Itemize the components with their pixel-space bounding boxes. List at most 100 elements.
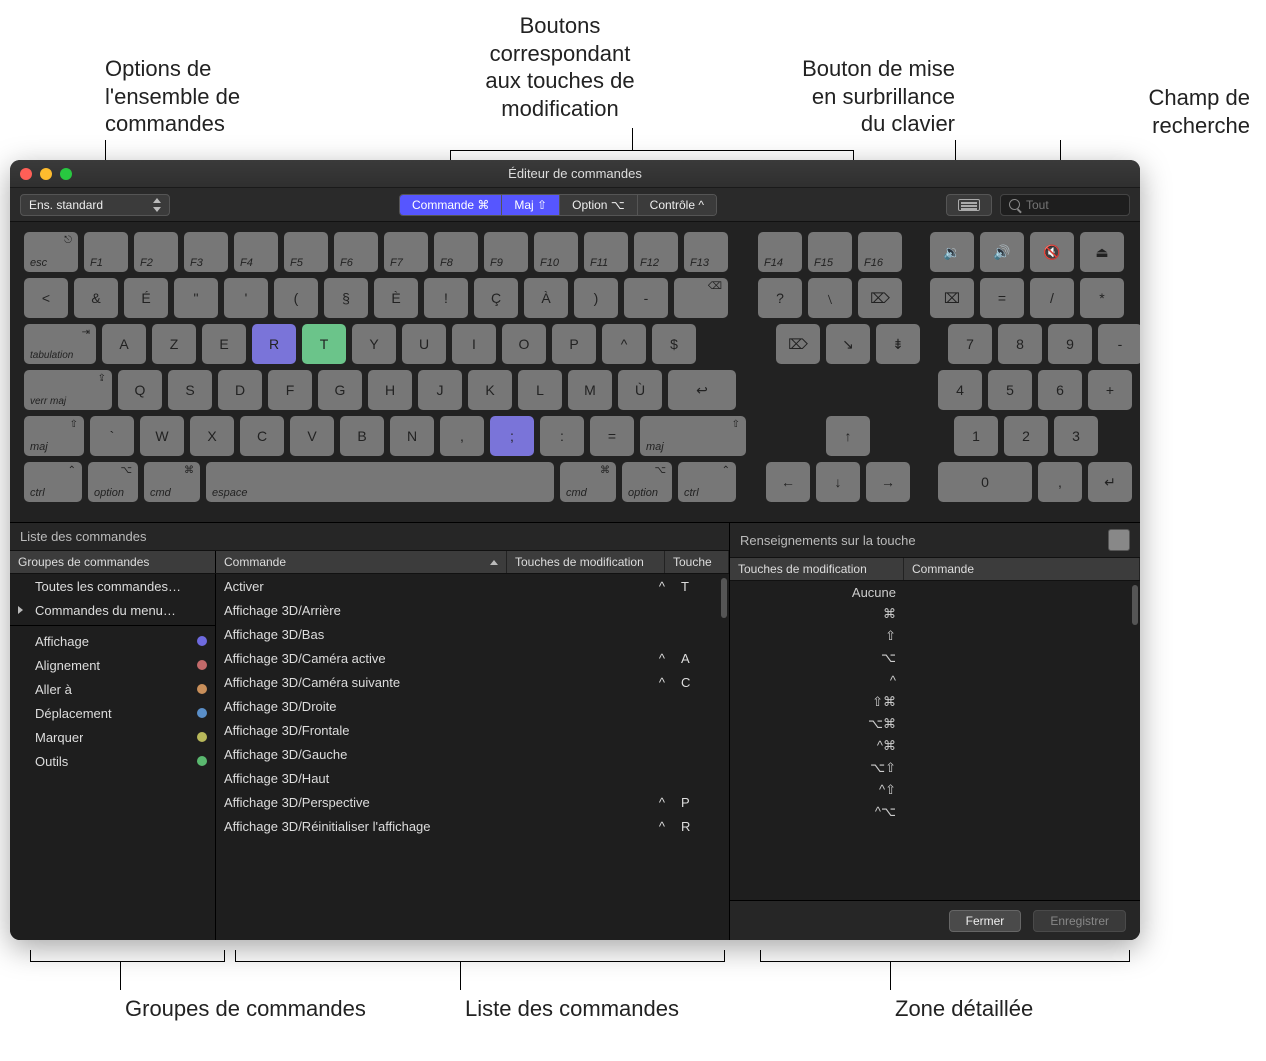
group-row[interactable]: Commandes du menu… [10,598,215,622]
key-f5[interactable]: F5 [284,232,328,272]
key-star[interactable]: * [1080,278,1124,318]
key-s[interactable]: S [168,370,212,410]
key-arrow-up[interactable]: ↑ [826,416,870,456]
key-f9[interactable]: F9 [484,232,528,272]
key-eq[interactable]: = [590,416,634,456]
command-set-popup[interactable]: Ens. standard [20,194,170,216]
key-end[interactable]: ↘ [826,324,870,364]
key-comma[interactable]: , [440,416,484,456]
command-row[interactable]: Affichage 3D/Réinitialiser l'affichage^R [216,814,729,838]
key-w[interactable]: W [140,416,184,456]
key-f4[interactable]: F4 [234,232,278,272]
key-f16[interactable]: F16 [858,232,902,272]
save-button[interactable]: Enregistrer [1033,910,1126,932]
key[interactable]: ' [224,278,268,318]
command-row[interactable]: Affichage 3D/Caméra suivante^C [216,670,729,694]
key-r[interactable]: R [252,324,296,364]
group-row[interactable]: Alignement [10,653,215,677]
key-num2[interactable]: 2 [1004,416,1048,456]
key-u[interactable]: U [402,324,446,364]
key[interactable]: & [74,278,118,318]
command-row[interactable]: Affichage 3D/Gauche [216,742,729,766]
key-numlock[interactable]: ⌧ [930,278,974,318]
key-f14[interactable]: F14 [758,232,802,272]
key-numcomma[interactable]: , [1038,462,1082,502]
key-num9[interactable]: 9 [1048,324,1092,364]
modifier-command-button[interactable]: Commande ⌘ [400,195,502,215]
header-groups[interactable]: Groupes de commandes [10,551,216,573]
key-color-well[interactable] [1108,529,1130,551]
key-arrow-right[interactable]: → [866,462,910,502]
key[interactable]: Ç [474,278,518,318]
key-info-row[interactable]: ⌘ [730,603,1140,625]
command-row[interactable]: Affichage 3D/Arrière [216,598,729,622]
header-modifiers[interactable]: Touches de modification [507,551,665,573]
group-row[interactable]: Aller à [10,677,215,701]
command-row[interactable]: Activer^T [216,574,729,598]
key-right-cmd[interactable]: ⌘cmd [560,462,616,502]
key-n[interactable]: N [390,416,434,456]
key-num1[interactable]: 1 [954,416,998,456]
command-row[interactable]: Affichage 3D/Haut [216,766,729,790]
key-g[interactable]: G [318,370,362,410]
key-semicolon[interactable]: ; [490,416,534,456]
key-left-ctrl[interactable]: ⌃ctrl [24,462,82,502]
group-row[interactable]: Affichage [10,629,215,653]
key[interactable]: ) [574,278,618,318]
group-row[interactable]: Déplacement [10,701,215,725]
close-button[interactable]: Fermer [949,910,1022,932]
key-num5[interactable]: 5 [988,370,1032,410]
key-info-row[interactable]: ^⇧ [730,779,1140,801]
key-num8[interactable]: 8 [998,324,1042,364]
key[interactable]: $ [652,324,696,364]
key-f10[interactable]: F10 [534,232,578,272]
key[interactable]: < [24,278,68,318]
search-field[interactable] [1000,194,1130,216]
key[interactable]: ﹨ [808,278,852,318]
key-info-row[interactable]: ⇧ [730,625,1140,647]
key-num3[interactable]: 3 [1054,416,1098,456]
key-y[interactable]: Y [352,324,396,364]
key-z[interactable]: Z [152,324,196,364]
scrollbar[interactable] [1132,585,1138,625]
modifier-control-button[interactable]: Contrôle ^ [638,195,716,215]
key-l[interactable]: L [518,370,562,410]
key[interactable]: È [374,278,418,318]
key-mute[interactable]: 🔇 [1030,232,1074,272]
key-right-option[interactable]: ⌥option [622,462,672,502]
key-left-option[interactable]: ⌥option [88,462,138,502]
key[interactable]: ( [274,278,318,318]
key-info-row[interactable]: ^⌘ [730,735,1140,757]
key-f11[interactable]: F11 [584,232,628,272]
key-info-row[interactable]: ⌥ [730,647,1140,669]
key[interactable]: Ù [618,370,662,410]
key-right-shift[interactable]: ⇧maj [640,416,746,456]
key-plus[interactable]: + [1088,370,1132,410]
key[interactable]: À [524,278,568,318]
search-input[interactable] [1026,198,1086,212]
key-x[interactable]: X [190,416,234,456]
key[interactable]: ? [758,278,802,318]
header-key-command[interactable]: Commande [904,558,1140,580]
key-f6[interactable]: F6 [334,232,378,272]
key-left-shift[interactable]: ⇧maj [24,416,84,456]
key-num7[interactable]: 7 [948,324,992,364]
key-p[interactable]: P [552,324,596,364]
key-num4[interactable]: 4 [938,370,982,410]
group-row[interactable]: Outils [10,749,215,773]
key[interactable]: ! [424,278,468,318]
key[interactable]: " [174,278,218,318]
key-o[interactable]: O [502,324,546,364]
group-row[interactable]: Toutes les commandes… [10,574,215,598]
key-arrow-down[interactable]: ↓ [816,462,860,502]
key-del[interactable]: ⌦ [776,324,820,364]
key-h[interactable]: H [368,370,412,410]
key-numenter[interactable]: ↵ [1088,462,1132,502]
key-f7[interactable]: F7 [384,232,428,272]
command-row[interactable]: Affichage 3D/Droite [216,694,729,718]
key-tab[interactable]: ⇥tabulation [24,324,96,364]
key-info-row[interactable]: Aucune [730,581,1140,603]
key-f15[interactable]: F15 [808,232,852,272]
key-f[interactable]: F [268,370,312,410]
key-pgdn[interactable]: ⇟ [876,324,920,364]
